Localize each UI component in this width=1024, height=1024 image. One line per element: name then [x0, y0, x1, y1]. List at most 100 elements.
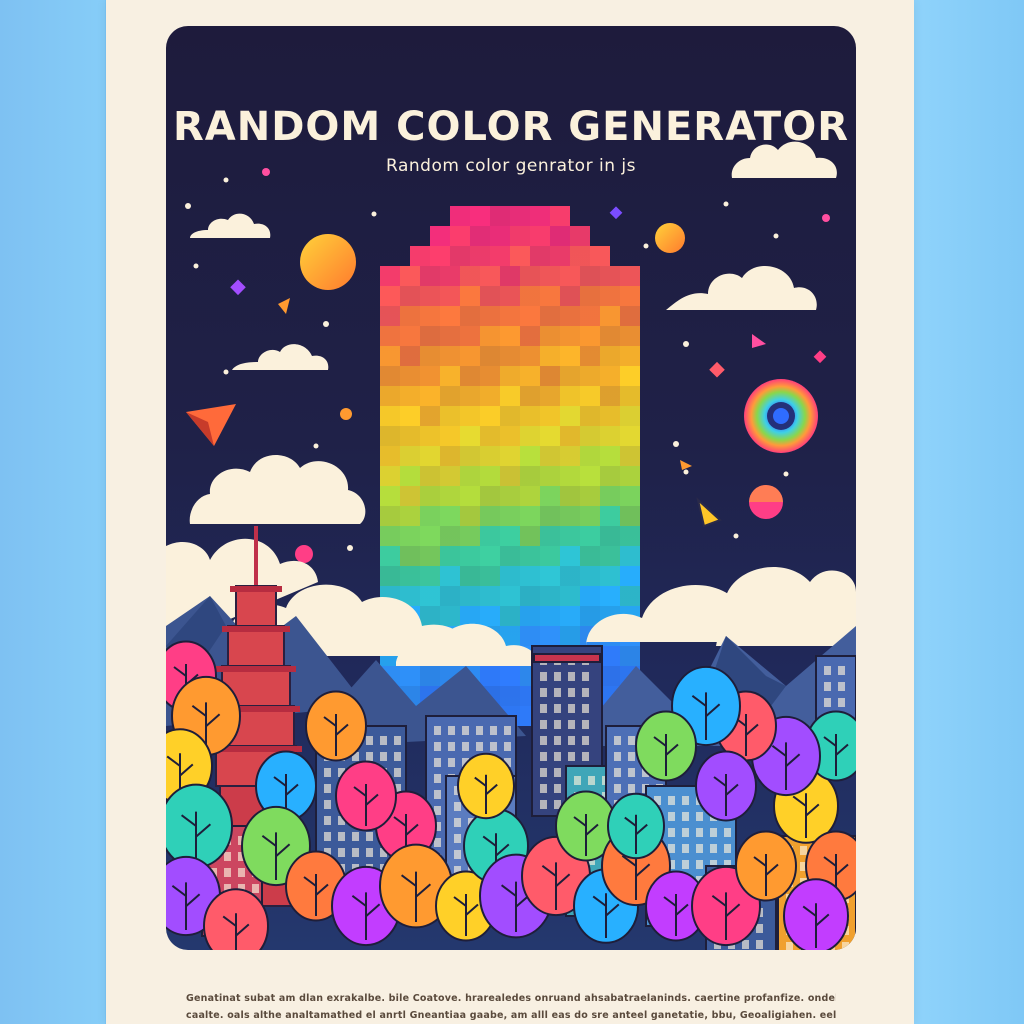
pixel-tile: [580, 486, 600, 506]
pixel-tile: [540, 606, 560, 626]
pixel-tile: [500, 506, 520, 526]
pixel-tile: [400, 506, 420, 526]
pixel-tile: [520, 486, 540, 506]
pixel-tile: [480, 546, 500, 566]
pixel-tile: [500, 466, 520, 486]
pixel-tile: [380, 466, 400, 486]
pixel-tile: [440, 406, 460, 426]
pixel-tile: [440, 606, 460, 626]
pixel-tile: [600, 326, 620, 346]
pixel-tile: [480, 446, 500, 466]
pixel-tile: [580, 346, 600, 366]
pixel-tile: [420, 586, 440, 606]
pixel-tile: [460, 546, 480, 566]
cursor-icon: [696, 497, 722, 528]
pixel-tile: [520, 506, 540, 526]
pixel-tile: [540, 486, 560, 506]
pixel-tile: [530, 226, 550, 246]
pixel-tile: [380, 326, 400, 346]
pixel-tile: [460, 366, 480, 386]
pixel-tile: [560, 586, 580, 606]
pixel-tile: [440, 486, 460, 506]
pixel-tile: [490, 226, 510, 246]
pixel-tile: [580, 606, 600, 626]
pixel-tile: [620, 306, 640, 326]
poster: RANDOM COLOR GENERATOR Random color genr…: [166, 26, 856, 950]
pixel-tile: [420, 366, 440, 386]
pixel-tile: [530, 246, 550, 266]
pixel-tile: [550, 206, 570, 226]
pixel-tile: [620, 366, 640, 386]
pixel-tile: [440, 446, 460, 466]
pixel-tile: [440, 326, 460, 346]
pixel-tile: [620, 446, 640, 466]
pixel-tile: [420, 266, 440, 286]
pixel-tile: [420, 606, 440, 626]
pixel-tile: [540, 626, 560, 646]
pixel-tile: [480, 366, 500, 386]
pixel-tile: [400, 546, 420, 566]
pixel-tile: [380, 446, 400, 466]
pixel-tile: [480, 606, 500, 626]
pixel-tile: [460, 606, 480, 626]
pixel-tile: [520, 566, 540, 586]
pixel-tile: [540, 526, 560, 546]
pixel-tile: [420, 446, 440, 466]
pixel-tile: [450, 206, 470, 226]
pixel-tile: [600, 406, 620, 426]
pixel-tile: [620, 546, 640, 566]
pixel-tile: [520, 346, 540, 366]
tree: [166, 783, 233, 869]
pixel-tile: [400, 306, 420, 326]
pixel-tile: [460, 466, 480, 486]
pixel-tile: [540, 326, 560, 346]
pixel-tile: [620, 326, 640, 346]
pixel-tile: [520, 326, 540, 346]
pixel-tile: [560, 606, 580, 626]
pixel-tile: [480, 266, 500, 286]
pixel-tile: [580, 406, 600, 426]
pixel-tile: [600, 466, 620, 486]
pixel-tile: [460, 506, 480, 526]
pixel-tile: [460, 346, 480, 366]
pixel-tile: [460, 386, 480, 406]
pixel-tile: [380, 386, 400, 406]
pixel-tile: [540, 406, 560, 426]
pixel-tile: [520, 586, 540, 606]
building: [533, 653, 601, 663]
pixel-tile: [540, 446, 560, 466]
pixel-tile: [500, 566, 520, 586]
pixel-tile: [480, 666, 500, 686]
pixel-tile: [400, 566, 420, 586]
pixel-tile: [400, 286, 420, 306]
pixel-tile: [560, 406, 580, 426]
pixel-tile: [440, 526, 460, 546]
pixel-tile: [460, 286, 480, 306]
pixel-tile: [580, 326, 600, 346]
pixel-tile: [490, 206, 510, 226]
pixel-tile: [420, 566, 440, 586]
pixel-tile: [440, 586, 460, 606]
pixel-tile: [460, 586, 480, 606]
pixel-tile: [620, 386, 640, 406]
pixel-tile: [580, 526, 600, 546]
pixel-tile: [560, 306, 580, 326]
pixel-tile: [540, 426, 560, 446]
pixel-tile: [580, 366, 600, 386]
pixel-tile: [460, 486, 480, 506]
pixel-tile: [520, 426, 540, 446]
pixel-tile: [560, 386, 580, 406]
pixel-tile: [510, 206, 530, 226]
pixel-tile: [620, 586, 640, 606]
pixel-tile: [400, 666, 420, 686]
pixel-tile: [520, 626, 540, 646]
pixel-tile: [600, 486, 620, 506]
pixel-tile: [460, 326, 480, 346]
pixel-tile: [500, 606, 520, 626]
pixel-tile: [440, 546, 460, 566]
pixel-tile: [440, 306, 460, 326]
pixel-tile: [500, 446, 520, 466]
pixel-tile: [620, 506, 640, 526]
pixel-tile: [620, 426, 640, 446]
pixel-tile: [440, 286, 460, 306]
